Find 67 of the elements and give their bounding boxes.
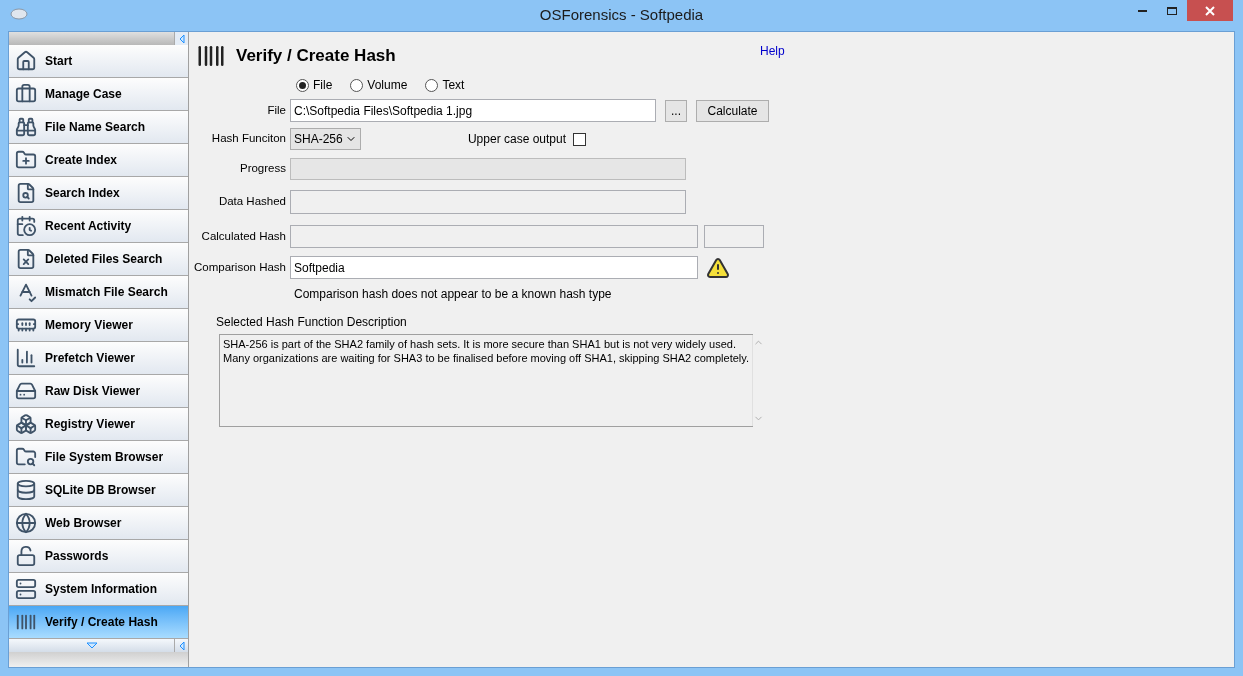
sidebar-item[interactable]: Raw Disk Viewer	[9, 375, 188, 408]
padlock-icon	[15, 545, 37, 567]
calculate-button[interactable]: Calculate	[696, 99, 769, 122]
folder-icon	[15, 149, 37, 171]
sidebar-item[interactable]: Create Index	[9, 144, 188, 177]
sidebar-item[interactable]: Search Index	[9, 177, 188, 210]
description-line: SHA-256 is part of the SHA2 family of hash sets. It is more secure than SHA1 but is not very widely used.	[223, 337, 736, 351]
field-label: Data Hashed	[218, 195, 286, 208]
sidebar-item[interactable]: Registry Viewer	[9, 408, 188, 441]
file-delete-icon	[15, 248, 37, 270]
briefcase-icon	[15, 83, 37, 105]
section-label: Selected Hash Function Description	[216, 315, 407, 329]
radio-label: File	[313, 77, 333, 94]
radio-button[interactable]	[296, 78, 309, 92]
collapse-button[interactable]	[174, 32, 188, 45]
triangle-left-icon	[178, 640, 185, 651]
radio-button[interactable]	[425, 78, 439, 92]
sidebar-item[interactable]: Memory Viewer	[9, 309, 188, 342]
comparison-hash-field[interactable]: Softpedia	[290, 256, 698, 279]
sidebar-item[interactable]: Manage Case	[9, 78, 188, 111]
triangle-down-icon	[85, 642, 98, 649]
close-button[interactable]	[1187, 0, 1233, 21]
field-label: Hash Funciton	[211, 132, 286, 145]
house-icon	[15, 50, 37, 72]
boxes-icon	[15, 413, 37, 435]
field-label: Progress	[239, 162, 286, 175]
hash-type-field	[704, 225, 764, 248]
sidebar-item[interactable]: Web Browser	[9, 507, 188, 540]
checkbox[interactable]	[573, 132, 586, 146]
binoculars-icon	[15, 116, 37, 138]
sidebar-item[interactable]: Verify / Create Hash	[9, 606, 188, 639]
calendar-clock-icon	[15, 215, 37, 237]
hash-function-dropdown[interactable]: SHA-256	[290, 128, 361, 150]
close-icon	[1205, 5, 1215, 16]
warning-icon	[706, 255, 730, 280]
file-path-field[interactable]: C:\Softpedia Files\Softpedia 1.jpg	[290, 99, 656, 122]
radio-label: Text	[442, 77, 465, 94]
checkbox-label: Upper case output	[467, 132, 566, 146]
browse-button[interactable]: ...	[665, 99, 687, 122]
magnifier-icon	[15, 182, 37, 204]
triangle-left-icon	[178, 33, 185, 44]
field-label: File	[267, 103, 286, 116]
warning-message: Comparison hash does not appear to be a known hash type	[294, 287, 612, 301]
radio-label: Volume	[367, 77, 408, 94]
radio-button[interactable]	[350, 78, 364, 92]
server-icon	[15, 578, 37, 600]
sidebar-item[interactable]: Mismatch File Search	[9, 276, 188, 309]
globe-icon	[15, 512, 37, 534]
chart-icon	[15, 347, 37, 369]
sidebar-item[interactable]: Deleted Files Search	[9, 243, 188, 276]
window-title: OSForensics - Softpedia	[539, 6, 704, 24]
page-title: Verify / Create Hash	[236, 45, 396, 68]
field-label: Calculated Hash	[201, 229, 286, 242]
sidebar-item[interactable]: Start	[9, 45, 188, 78]
description-line: Many organizations are waiting for SHA3 to be finalised before moving off SHA1, skipping SHA2 completely.	[223, 351, 750, 365]
help-link[interactable]: Help	[760, 42, 785, 60]
sidebar-item[interactable]: Passwords	[9, 540, 188, 573]
sidebar-item[interactable]: Prefetch Viewer	[9, 342, 188, 375]
sidebar-item[interactable]: File Name Search	[9, 111, 188, 144]
field-label: Comparison Hash	[193, 260, 286, 273]
sidebar-item[interactable]: File System Browser	[9, 441, 188, 474]
sidebar-item[interactable]: SQLite DB Browser	[9, 474, 188, 507]
sidebar-item[interactable]: System Information	[9, 573, 188, 606]
database-icon	[15, 479, 37, 501]
app-logo-icon	[10, 8, 28, 20]
folder-search-icon	[15, 446, 37, 468]
sidebar-item[interactable]: Recent Activity	[9, 210, 188, 243]
